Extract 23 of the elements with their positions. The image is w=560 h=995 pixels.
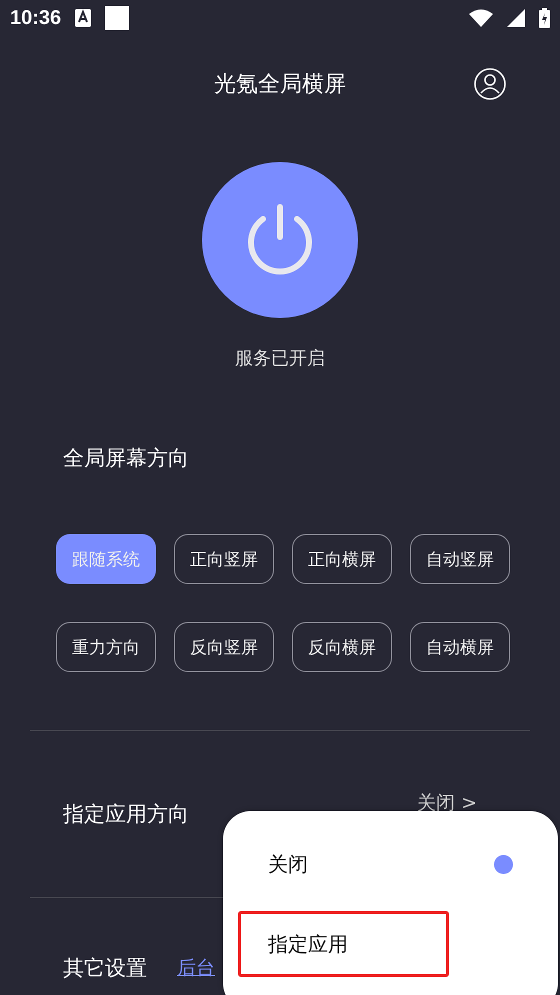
setting-label: 指定应用方向	[63, 801, 189, 828]
battery-icon	[539, 8, 550, 28]
orientation-option[interactable]: 自动竖屏	[410, 534, 510, 584]
menu-item[interactable]: 指定应用	[238, 911, 449, 977]
signal-icon	[507, 9, 525, 27]
profile-icon[interactable]	[474, 68, 506, 100]
orientation-option[interactable]: 正向横屏	[292, 534, 392, 584]
service-status: 服务已开启	[235, 347, 325, 370]
orientation-option[interactable]: 正向竖屏	[174, 534, 274, 584]
orientation-option[interactable]: 反向横屏	[292, 622, 392, 672]
section-title: 全局屏幕方向	[62, 445, 190, 472]
power-icon	[245, 203, 315, 277]
status-time: 10:36	[10, 6, 62, 30]
orientation-option[interactable]: 自动横屏	[410, 622, 510, 672]
menu-item[interactable]: 关闭	[238, 831, 544, 897]
app-title: 光氪全局横屏	[214, 71, 346, 99]
setting-label: 其它设置	[63, 955, 147, 982]
background-link[interactable]: 后台	[177, 955, 215, 981]
orientation-option[interactable]: 反向竖屏	[174, 622, 274, 672]
orientation-option[interactable]: 重力方向	[56, 622, 156, 672]
square-icon	[105, 6, 130, 30]
wifi-icon	[469, 9, 493, 27]
font-icon	[75, 9, 92, 27]
